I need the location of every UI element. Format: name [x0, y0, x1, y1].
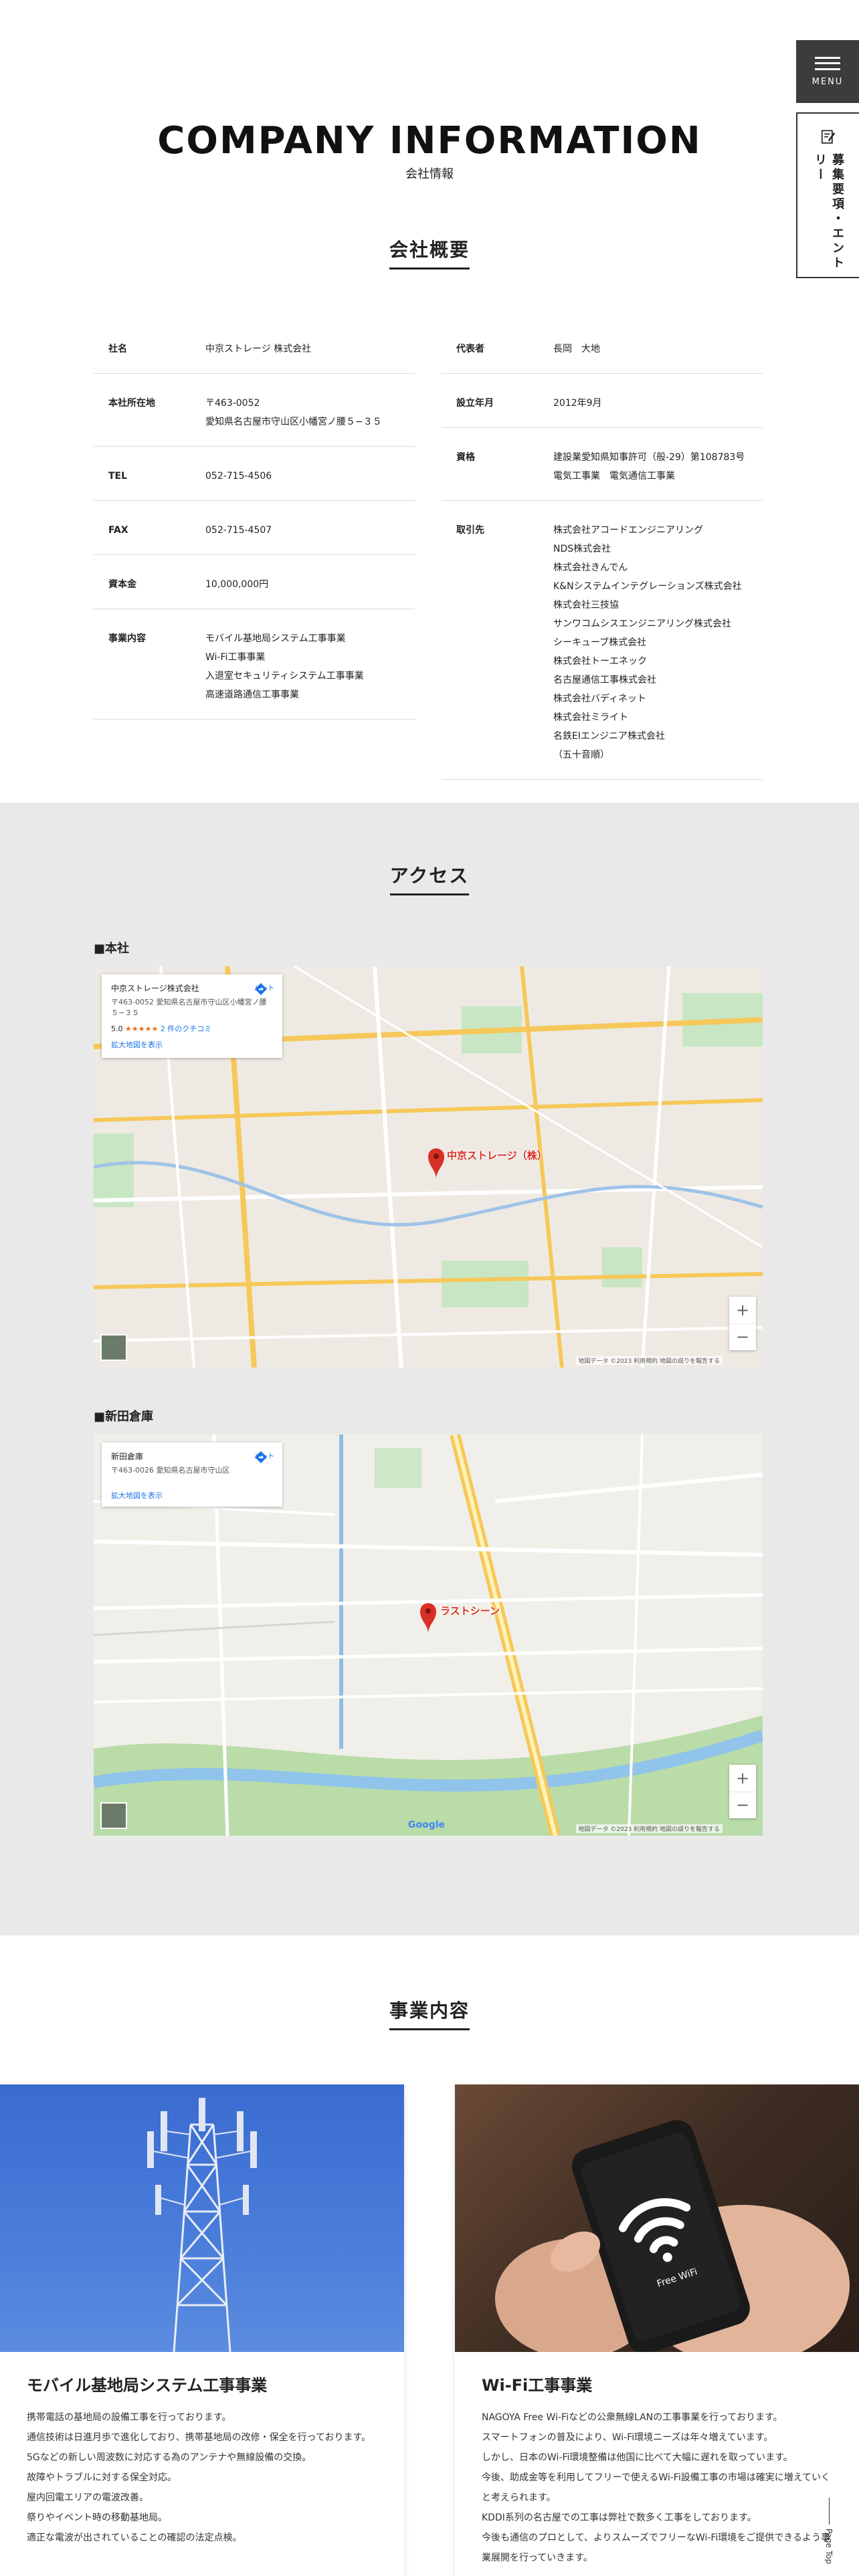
zoom-out-button[interactable]: −	[729, 1324, 756, 1351]
place-name: 新田倉庫	[111, 1452, 144, 1461]
directions-icon	[255, 1451, 267, 1463]
page-header: COMPANY INFORMATION 会社情報	[0, 120, 859, 182]
card-title: Wi-Fi工事事業	[482, 2376, 593, 2395]
place-info-card: 新田倉庫 〒463-0026 愛知県名古屋市守山区 拡大地図を表示 ルート	[102, 1442, 282, 1507]
overview-label: 資格	[456, 452, 475, 463]
access-section: アクセス ■本社 中京ストレージ（株） 中京ストレージ株式会社 〒463-005…	[0, 802, 859, 1935]
place-info-card: 中京ストレージ株式会社 〒463-0052 愛知県名古屋市守山区小幡宮ノ腰５−３…	[102, 974, 282, 1058]
wifi-phone-image: Free WiFi	[455, 2084, 859, 2352]
map-pin-label: ラストシーン	[440, 1605, 500, 1617]
access-title: アクセス	[0, 861, 859, 895]
company-overview: 社名 中京ストレージ 株式会社本社所在地 〒463-0052 愛知県名古屋市守山区小…	[94, 320, 763, 780]
card-body: 携帯電話の基地局の設備工事を行っております。 通信技術は日進月歩で進化しており、…	[27, 2412, 371, 2543]
zoom-controls: + −	[729, 1297, 756, 1350]
overview-value: 10,000,000円	[205, 579, 269, 590]
place-rating: 5.0 ★★★★★ 2 件のクチコミ	[111, 1025, 212, 1033]
view-larger-map-link[interactable]: 拡大地図を表示	[111, 1039, 273, 1050]
warehouse-map[interactable]: ラストシーン 新田倉庫 〒463-0026 愛知県名古屋市守山区 拡大地図を表示…	[94, 1434, 763, 1836]
overview-row: 本社所在地 〒463-0052 愛知県名古屋市守山区小幡宮ノ腰５−３５	[94, 374, 415, 447]
page-top-link[interactable]: Page Top	[824, 2498, 834, 2564]
overview-value: 052-715-4507	[205, 525, 272, 536]
overview-left-column: 社名 中京ストレージ 株式会社本社所在地 〒463-0052 愛知県名古屋市守山区小…	[94, 320, 415, 780]
overview-value: 中京ストレージ 株式会社	[205, 344, 312, 354]
menu-button[interactable]: MENU	[796, 40, 859, 103]
map-attribution: 地図データ ©2023 利用規約 地図の誤りを報告する	[575, 1356, 723, 1365]
business-card-mobile: モバイル基地局システム工事事業 携帯電話の基地局の設備工事を行っております。 通…	[0, 2084, 404, 2576]
overview-label: 取引先	[456, 525, 484, 536]
zoom-in-button[interactable]: +	[729, 1765, 756, 1792]
place-address: 〒463-0052 愛知県名古屋市守山区小幡宮ノ腰５−３５	[111, 998, 267, 1017]
overview-row: 資本金 10,000,000円	[94, 555, 415, 609]
directions-button[interactable]: ルート	[254, 1451, 274, 1463]
view-larger-map-link[interactable]: 拡大地図を表示	[111, 1490, 273, 1501]
zoom-out-button[interactable]: −	[729, 1792, 756, 1819]
overview-value: 建設業愛知県知事許可（般-29）第108783号 電気工事業 電気通信工事業	[553, 452, 745, 481]
overview-value: 株式会社アコードエンジニアリング NDS株式会社 株式会社きんでん K&Nシステ…	[553, 525, 742, 760]
main-office-heading: ■本社	[94, 942, 130, 956]
hamburger-icon	[815, 56, 840, 70]
overview-label: TEL	[108, 471, 128, 481]
overview-row: TEL 052-715-4506	[94, 447, 415, 501]
overview-value: 長岡 大地	[553, 344, 600, 354]
overview-row: 代表者 長岡 大地	[442, 320, 763, 374]
overview-row: 取引先 株式会社アコードエンジニアリング NDS株式会社 株式会社きんでん K&N…	[442, 501, 763, 780]
page-subtitle: 会社情報	[405, 167, 454, 181]
overview-right-column: 代表者 長岡 大地設立年月 2012年9月資格 建設業愛知県知事許可（般-29）第10…	[442, 320, 763, 780]
page-title: COMPANY INFORMATION	[157, 119, 702, 163]
overview-label: 本社所在地	[108, 398, 155, 409]
overview-label: 代表者	[456, 344, 484, 354]
satellite-toggle[interactable]	[100, 1334, 127, 1361]
overview-value: 2012年9月	[553, 398, 602, 409]
overview-row: 事業内容 モバイル基地局システム工事事業 Wi-Fi工事事業 入退室セキュリティシ…	[94, 609, 415, 720]
business-card-wifi: Free WiFi Wi-Fi工事事業 NAGOYA Free Wi-Fiなどの…	[455, 2084, 859, 2576]
overview-value: 052-715-4506	[205, 471, 272, 481]
overview-row: 設立年月 2012年9月	[442, 374, 763, 428]
overview-value: 〒463-0052 愛知県名古屋市守山区小幡宮ノ腰５−３５	[205, 398, 382, 427]
place-address: 〒463-0026 愛知県名古屋市守山区	[111, 1466, 230, 1475]
google-logo: Google	[408, 1820, 446, 1830]
overview-label: 事業内容	[108, 633, 146, 644]
overview-row: 社名 中京ストレージ 株式会社	[94, 320, 415, 374]
card-body: NAGOYA Free Wi-Fiなどの公衆無線LANの工事事業を行っております…	[482, 2412, 831, 2563]
zoom-controls: + −	[729, 1765, 756, 1818]
overview-label: 社名	[108, 344, 127, 354]
overview-row: 資格 建設業愛知県知事許可（般-29）第108783号 電気工事業 電気通信工事業	[442, 428, 763, 501]
place-name: 中京ストレージ株式会社	[111, 984, 199, 993]
map-attribution: 地図データ ©2023 利用規約 地図の誤りを報告する	[575, 1824, 723, 1833]
card-title: モバイル基地局システム工事事業	[27, 2376, 268, 2395]
warehouse-heading: ■新田倉庫	[94, 1410, 154, 1424]
overview-label: 資本金	[108, 579, 136, 590]
overview-row: FAX 052-715-4507	[94, 501, 415, 555]
overview-value: モバイル基地局システム工事事業 Wi-Fi工事事業 入退室セキュリティシステム工…	[205, 633, 364, 700]
overview-label: FAX	[108, 525, 128, 536]
map-pin-label: 中京ストレージ（株）	[447, 1150, 547, 1162]
zoom-in-button[interactable]: +	[729, 1297, 756, 1324]
directions-icon	[255, 983, 267, 995]
menu-label: MENU	[812, 76, 844, 87]
directions-button[interactable]: ルート	[254, 982, 274, 995]
main-office-map[interactable]: 中京ストレージ（株） 中京ストレージ株式会社 〒463-0052 愛知県名古屋市…	[94, 966, 763, 1368]
business-title: 事業内容	[0, 1996, 859, 2030]
cell-tower-image	[0, 2084, 404, 2352]
overview-title: 会社概要	[0, 235, 859, 270]
satellite-toggle[interactable]	[100, 1802, 127, 1829]
overview-label: 設立年月	[456, 398, 494, 409]
